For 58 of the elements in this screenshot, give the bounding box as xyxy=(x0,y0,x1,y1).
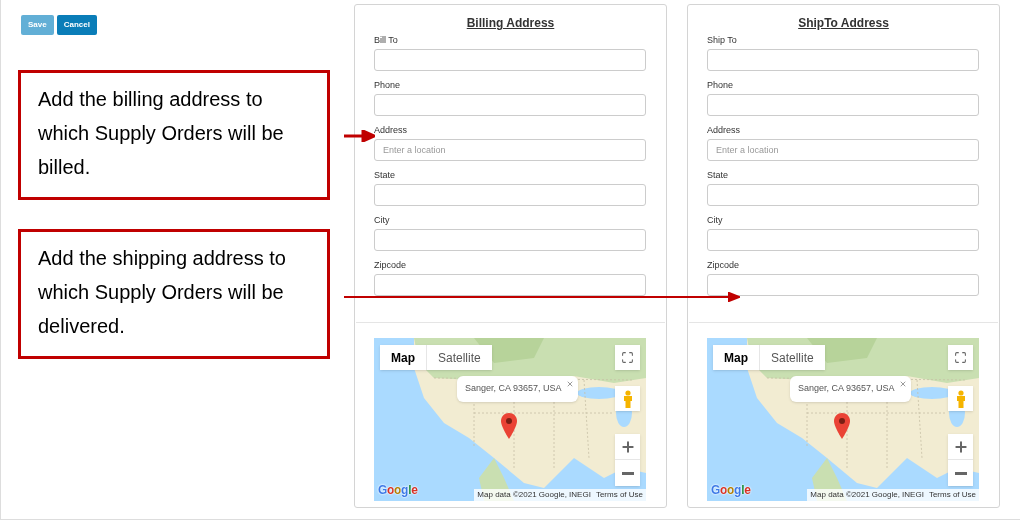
input-field[interactable] xyxy=(374,229,646,251)
street-view-button[interactable] xyxy=(615,386,640,411)
map-attribution: Map data ©2021 Google, INEGI xyxy=(477,489,591,501)
minus-icon xyxy=(954,471,967,475)
input-field[interactable] xyxy=(707,49,979,71)
field-label: State xyxy=(707,170,729,180)
field-label: City xyxy=(374,215,391,225)
input-field[interactable] xyxy=(374,94,646,116)
cancel-button[interactable]: Cancel xyxy=(56,15,97,35)
panel-title: ShipTo Address xyxy=(798,15,889,32)
field-label: Zipcode xyxy=(374,260,408,270)
field-label: Ship To xyxy=(707,35,738,45)
field-label: Address xyxy=(707,125,742,135)
map-logo: Google xyxy=(711,482,751,499)
terms-link[interactable]: Terms of Use xyxy=(595,489,643,501)
input-field[interactable] xyxy=(707,229,979,251)
input-field[interactable] xyxy=(707,184,979,206)
person-icon xyxy=(955,389,966,408)
callout-text: Add the billing address to which Supply Orders will be billed. xyxy=(38,87,285,180)
callout-text: Add the shipping address to which Supply Orders will be delivered. xyxy=(38,246,287,339)
minus-icon xyxy=(621,471,634,475)
close-icon[interactable] xyxy=(898,380,907,388)
fullscreen-button[interactable] xyxy=(948,345,973,370)
field-label: Zipcode xyxy=(707,260,741,270)
input-field[interactable] xyxy=(374,49,646,71)
map-type-tab[interactable]: Satellite xyxy=(426,345,492,370)
map-type-tab[interactable]: Satellite xyxy=(759,345,825,370)
field-label: Bill To xyxy=(374,35,399,45)
input-field[interactable] xyxy=(374,274,646,296)
input-field[interactable] xyxy=(707,274,979,296)
map-logo: Google xyxy=(378,482,418,499)
plus-icon xyxy=(619,438,636,455)
fullscreen-button[interactable] xyxy=(615,345,640,370)
field-label: Phone xyxy=(707,80,735,90)
location-text: Sanger, CA 93657, USA xyxy=(798,382,895,396)
input-field[interactable]: Enter a location xyxy=(374,139,646,161)
map-attribution: Map data ©2021 Google, INEGI xyxy=(810,489,924,501)
input-field[interactable]: Enter a location xyxy=(707,139,979,161)
input-field[interactable] xyxy=(374,184,646,206)
close-icon[interactable] xyxy=(565,380,574,388)
field-label: Address xyxy=(374,125,409,135)
fullscreen-icon xyxy=(954,351,967,364)
map-type-tab[interactable]: Map xyxy=(380,345,426,370)
panel-title: Billing Address xyxy=(466,15,555,32)
input-field[interactable] xyxy=(707,94,979,116)
field-label: State xyxy=(374,170,396,180)
field-label: City xyxy=(707,215,724,225)
plus-icon xyxy=(952,438,969,455)
map-type-tab[interactable]: Map xyxy=(713,345,759,370)
fullscreen-icon xyxy=(621,351,634,364)
map-pin-icon xyxy=(501,413,517,439)
person-icon xyxy=(622,389,633,408)
arrow xyxy=(344,130,375,142)
field-label: Phone xyxy=(374,80,402,90)
street-view-button[interactable] xyxy=(948,386,973,411)
map-pin-icon xyxy=(834,413,850,439)
terms-link[interactable]: Terms of Use xyxy=(928,489,976,501)
location-text: Sanger, CA 93657, USA xyxy=(465,382,562,396)
